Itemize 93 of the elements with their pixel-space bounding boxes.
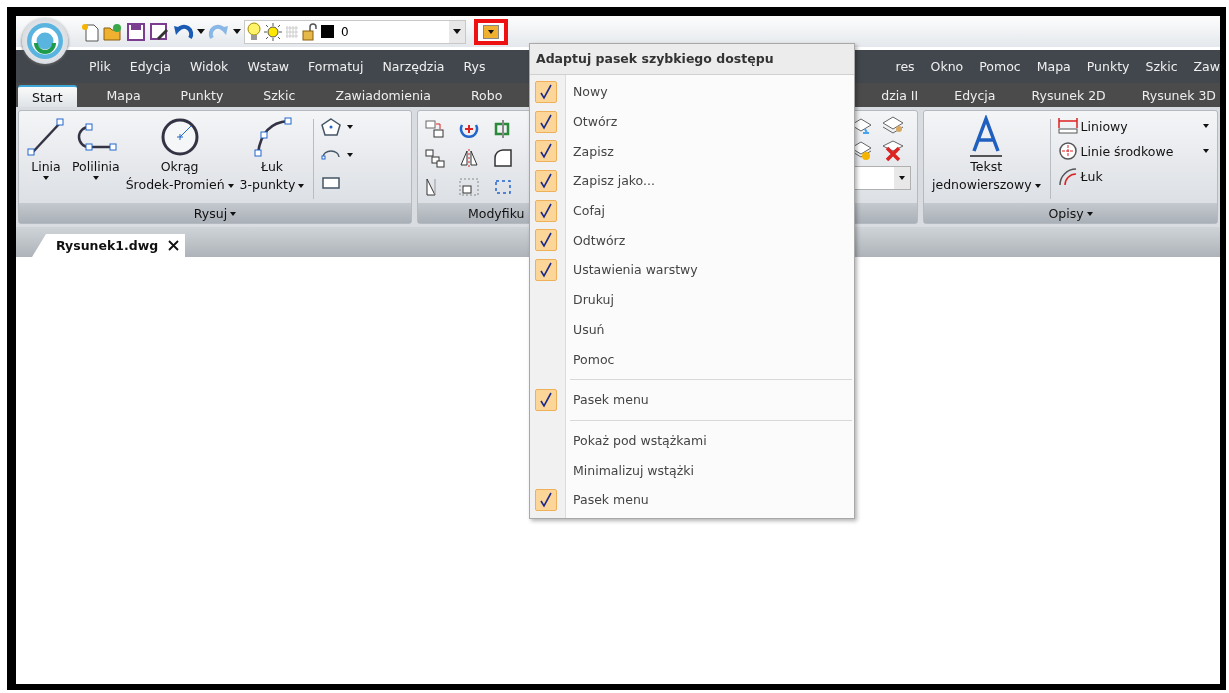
polyline-tool-button[interactable]: Polilinia (69, 115, 123, 182)
polygon-tool-icon[interactable] (320, 117, 343, 137)
ribbon-tab[interactable]: Rysunek 3D (1141, 85, 1216, 107)
check-icon (535, 80, 557, 103)
rectangle-tool-icon[interactable] (320, 175, 343, 191)
panel-title[interactable]: Modyfiku (468, 205, 525, 221)
menu-item[interactable]: Minimalizuj wstążki (530, 455, 854, 485)
ribbon-tab[interactable]: Punkty (170, 85, 234, 107)
menu-item[interactable]: Pasek menu (530, 384, 854, 415)
arc-tool-button[interactable]: Łuk 3-punkty (236, 115, 308, 195)
layer-dropdown[interactable]: 0 (244, 19, 466, 44)
panel-title[interactable]: Rysuj (193, 205, 237, 221)
text-tool-button[interactable]: Tekst jednowierszowy (928, 113, 1044, 195)
menu-item[interactable]: Okno (930, 59, 964, 74)
ribbon-tab[interactable]: Zawiadomienia (325, 85, 441, 107)
menu-item[interactable]: Edycja (129, 59, 171, 74)
menu-item[interactable]: Pasek menu (530, 484, 854, 515)
caret-icon[interactable] (197, 29, 205, 34)
ribbon-tab[interactable]: Edycja (954, 85, 996, 107)
menu-item[interactable]: Punkty (1086, 59, 1130, 74)
circle-tool-button[interactable]: Okrąg Środek-Promień (122, 115, 237, 195)
check-icon (535, 258, 557, 281)
lightbulb-icon (247, 21, 261, 42)
menu-item[interactable]: Rys (463, 59, 486, 74)
caret-icon (899, 176, 905, 180)
check-icon (535, 488, 557, 511)
menu-item[interactable]: Wstaw (247, 59, 290, 74)
line-tool-button[interactable]: Linia (23, 115, 69, 182)
check-icon (535, 140, 557, 163)
menu-item[interactable]: Otwórz (530, 106, 854, 137)
arc-icon (1056, 166, 1079, 186)
menu-item[interactable]: Plik (89, 59, 111, 74)
ribbon-tab[interactable]: Start (18, 85, 77, 107)
menu-item[interactable]: Odtwórz (530, 225, 854, 256)
menu-item[interactable]: Zapisz (530, 136, 854, 167)
menu-item[interactable]: Pomoc (530, 344, 854, 374)
customize-toolbar-button[interactable] (474, 18, 508, 45)
line-icon (26, 117, 66, 157)
sun-icon (264, 22, 282, 41)
ribbon-tab[interactable]: Robo (460, 85, 513, 107)
menu-item[interactable]: Ustawienia warstwy (530, 255, 854, 285)
menu-item[interactable]: res (895, 59, 915, 74)
check-icon (535, 199, 557, 222)
check-icon (535, 388, 557, 411)
linear-tool-button[interactable]: Liniowy (1056, 115, 1213, 137)
menu-item[interactable]: Drukuj (530, 284, 854, 315)
ribbon-tab[interactable]: dzia II (881, 85, 919, 107)
menu-item[interactable]: Widok (190, 59, 229, 74)
caret-icon[interactable] (347, 153, 354, 157)
close-icon[interactable] (168, 240, 180, 251)
check-icon (535, 229, 557, 252)
menu-item[interactable]: Pomoc (979, 59, 1021, 74)
offset-icon[interactable] (458, 177, 480, 197)
document-tab[interactable]: Rysunek1.dwg (32, 234, 186, 257)
ribbon-tab[interactable]: Rysunek 2D (1031, 85, 1106, 107)
delete-layer-icon[interactable] (881, 140, 905, 162)
scale-icon[interactable] (492, 177, 514, 197)
menu-item[interactable]: Pokaż pod wstążkami (530, 425, 854, 456)
grid-icon (285, 24, 299, 39)
menu-item[interactable]: Formatuj (308, 59, 364, 74)
dimension-icon (1056, 116, 1079, 136)
save-as-icon[interactable] (149, 21, 169, 42)
panel-title[interactable]: Opisy (1048, 205, 1093, 221)
menu-title: Adaptuj pasek szybkiego dostępu (530, 44, 854, 75)
menu-item[interactable]: Cofaj (530, 195, 854, 226)
centerline-tool-button[interactable]: Linie środkowe (1056, 140, 1213, 162)
mirror-icon[interactable] (458, 148, 480, 168)
circle-icon (159, 117, 200, 157)
arc-tool-button[interactable]: Łuk (1056, 165, 1213, 187)
arc-icon (252, 117, 292, 157)
array-icon[interactable] (424, 148, 446, 168)
menu-item[interactable]: Szkic (1145, 59, 1178, 74)
new-file-icon[interactable] (80, 21, 100, 42)
lock-icon (302, 22, 318, 41)
fillet-icon[interactable] (492, 148, 514, 168)
color-swatch (321, 25, 334, 38)
layer-name: 0 (340, 24, 350, 39)
copy-icon[interactable] (424, 119, 446, 139)
check-icon (535, 110, 557, 133)
crosshair-circle-icon (1056, 141, 1079, 161)
ribbon-tab[interactable]: Szkic (253, 85, 306, 107)
save-icon[interactable] (126, 21, 146, 42)
caret-icon[interactable] (347, 125, 354, 129)
ribbon-tab[interactable]: Mapa (96, 85, 151, 107)
menu-item[interactable]: Nowy (530, 77, 854, 107)
menu-item[interactable]: Zaw (1193, 59, 1220, 74)
menu-item[interactable]: Zapisz jako... (530, 166, 854, 196)
caret-icon (453, 29, 461, 34)
menu-item[interactable]: Usuń (530, 314, 854, 345)
open-folder-icon[interactable] (103, 21, 123, 42)
menu-item[interactable]: Mapa (1036, 59, 1071, 74)
menu-item[interactable]: Narzędzia (382, 59, 445, 74)
check-icon (535, 169, 557, 192)
